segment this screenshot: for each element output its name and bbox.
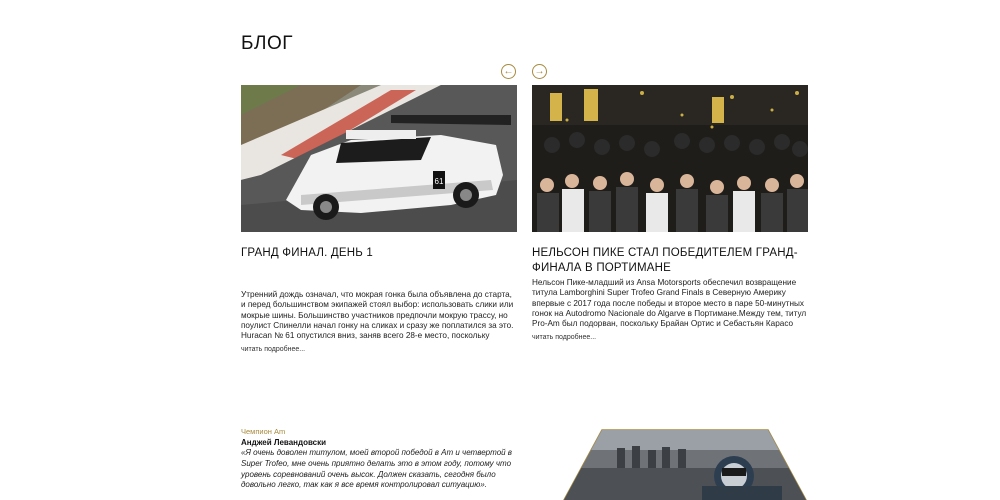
- podium-celebration-image[interactable]: [532, 85, 808, 232]
- champion-photo: [562, 428, 808, 500]
- champion-label: Чемпион Am: [241, 427, 286, 436]
- arrow-right-icon: →: [534, 66, 545, 77]
- champion-name: Анджей Левандовски: [241, 438, 327, 447]
- post-excerpt: Утренний дождь означал, что мокрая гонка…: [241, 290, 514, 341]
- post-excerpt: Нельсон Пике-младший из Ansa Motorsports…: [532, 278, 807, 329]
- carousel-next-button[interactable]: →: [532, 64, 547, 79]
- champion-quote: «Я очень доволен титулом, моей второй по…: [241, 448, 512, 490]
- blog-title: БЛОГ: [241, 33, 294, 54]
- blog-card: 61 ГРАНД ФИНАЛ. ДЕНЬ 1 Утренний дождь оз…: [241, 85, 517, 353]
- read-more-link[interactable]: читать подробнее...: [532, 334, 808, 341]
- post-title[interactable]: ГРАНД ФИНАЛ. ДЕНЬ 1: [241, 246, 517, 276]
- race-car-image[interactable]: 61: [241, 85, 517, 232]
- arrow-left-icon: ←: [503, 66, 514, 77]
- carousel-prev-button[interactable]: ←: [501, 64, 516, 79]
- read-more-link[interactable]: читать подробнее...: [241, 346, 517, 353]
- svg-text:61: 61: [435, 177, 444, 186]
- post-title[interactable]: НЕЛЬСОН ПИКЕ СТАЛ ПОБЕДИТЕЛЕМ ГРАНД-ФИНА…: [532, 246, 808, 276]
- blog-card: НЕЛЬСОН ПИКЕ СТАЛ ПОБЕДИТЕЛЕМ ГРАНД-ФИНА…: [532, 85, 808, 341]
